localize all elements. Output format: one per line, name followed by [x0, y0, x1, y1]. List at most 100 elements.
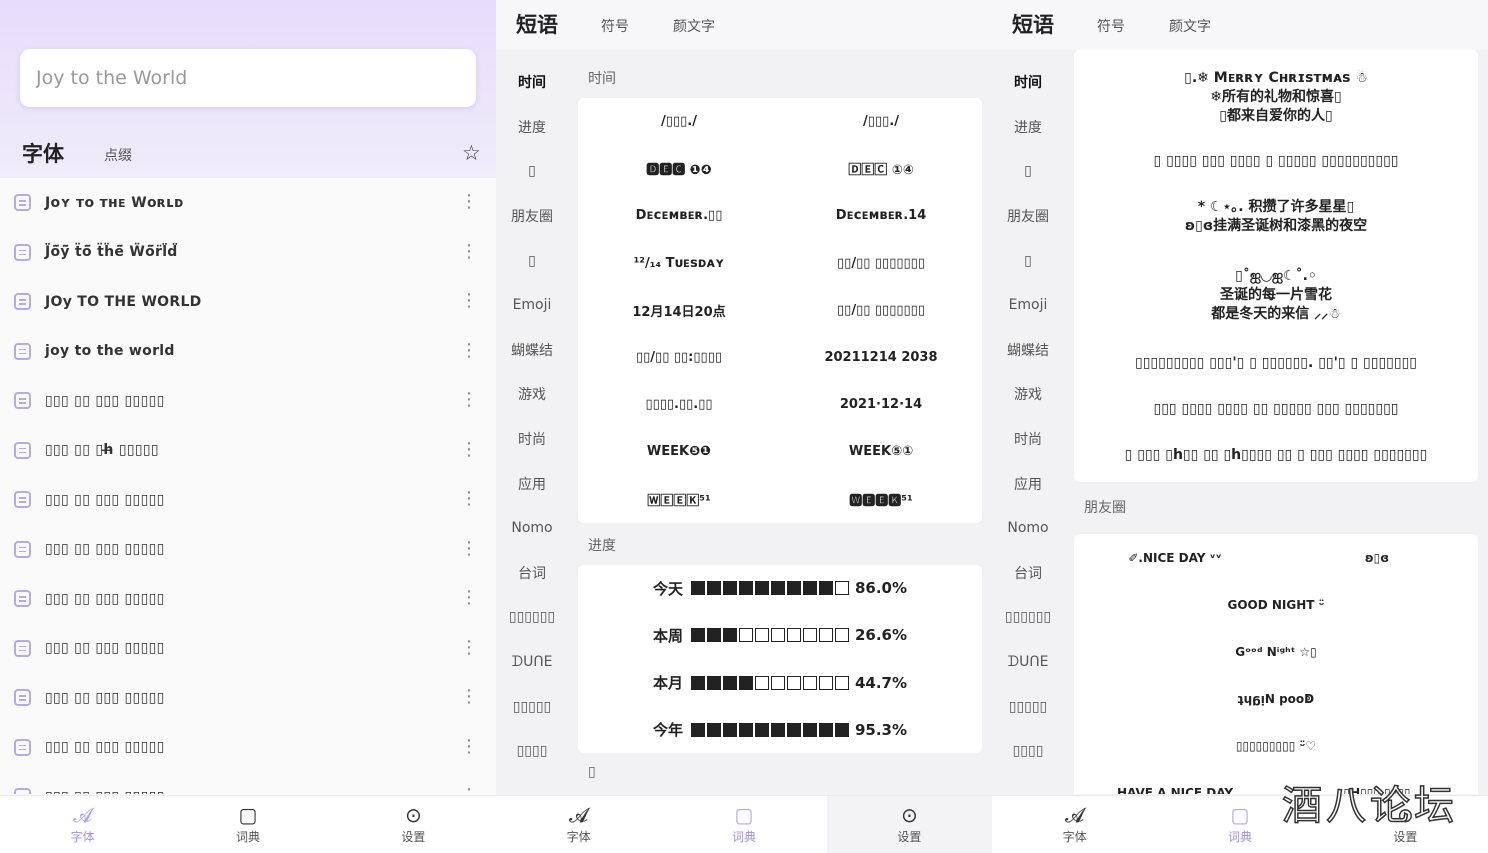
more-icon[interactable]: ⋮ — [460, 439, 478, 460]
tab-symbol[interactable]: 符号 — [601, 16, 629, 36]
nav-font[interactable]: 𝓐 字体 — [992, 796, 1157, 853]
font-row[interactable]: ▯▯▯ ▯▯ ▯▯▯ ▯▯▯▯▯ ⋮ — [0, 673, 496, 723]
progress-item[interactable]: 今天 86.0% — [578, 565, 982, 612]
font-row[interactable]: ▯▯▯ ▯▯ ▯▯▯ ▯▯▯▯▯ ⋮ — [0, 624, 496, 674]
time-item[interactable]: ▯▯/▯▯ ▯▯▯▯▯▯▯ — [780, 287, 982, 334]
tab-phrase[interactable]: 短语 — [516, 9, 558, 39]
moment-item[interactable]: HAVE A NICE DAY — [1074, 769, 1276, 795]
moment-item[interactable]: ʚ▯ɞ — [1276, 534, 1478, 581]
time-item[interactable]: Dᴇᴄᴇᴍʙᴇʀ.14 — [780, 192, 982, 239]
message-item[interactable]: ▯˚ஐ◡ஐ☾˚.◦ 圣诞的每一片雪花 都是冬天的来信 ⸝⸝☃ — [1074, 250, 1478, 340]
message-item[interactable]: ▯ ▯▯▯ ▯h▯▯ ▯▯ ▯h▯▯▯▯ ▯▯ ▯ ▯▯▯ ▯▯▯▯ ▯▯▯▯▯… — [1074, 432, 1478, 478]
font-row[interactable]: ▯▯▯ ▯▯ ▯▯▯ ▯▯▯▯▯ ⋮ — [0, 525, 496, 575]
font-row[interactable]: JOу TO THE WORLD ⋮ — [0, 277, 496, 327]
time-item[interactable]: Dᴇᴄᴇᴍʙᴇʀ.▯▯ — [578, 192, 780, 239]
sidebar-item[interactable]: 蝴蝶结 — [992, 328, 1064, 373]
time-item[interactable]: /▯▯▯./ — [578, 98, 780, 145]
sidebar-item[interactable]: 时间 — [496, 60, 568, 105]
star-icon[interactable]: ☆ — [462, 141, 481, 165]
sidebar-item[interactable]: Nomo — [992, 506, 1064, 551]
sidebar-item[interactable]: ▯▯▯▯▯▯ — [992, 595, 1064, 640]
sidebar-item[interactable]: 台词 — [992, 551, 1064, 596]
more-icon[interactable]: ⋮ — [460, 538, 478, 559]
nav-font[interactable]: 𝓐 字体 — [0, 796, 165, 853]
sidebar-item[interactable]: 游戏 — [496, 372, 568, 417]
more-icon[interactable]: ⋮ — [460, 786, 478, 795]
sidebar-item[interactable]: ▯▯▯▯▯ — [992, 684, 1064, 729]
sidebar-item[interactable]: ▯▯▯▯▯ — [496, 684, 568, 729]
sidebar-item[interactable]: 朋友圈 — [992, 194, 1064, 239]
font-row[interactable]: ▯▯▯ ▯▯ ▯▯▯ ▯▯▯▯▯ ⋮ — [0, 723, 496, 773]
tab-symbol[interactable]: 符号 — [1097, 16, 1125, 36]
moment-item[interactable]: Gᵒᵒᵈ Nⁱᵍʰᵗ ☆▯ — [1074, 628, 1478, 675]
sidebar-item[interactable]: ▯ — [992, 238, 1064, 283]
sidebar-item[interactable]: ▯▯▯▯ — [496, 729, 568, 774]
message-item[interactable]: ▯.❄ Mᴇʀʀʏ Cʜʀɪsᴛᴍᴀs ☃ ❄所有的礼物和惊喜▯ ▯都来自爱你的… — [1074, 56, 1478, 138]
more-icon[interactable]: ⋮ — [460, 340, 478, 361]
sidebar-item[interactable]: ▯▯▯▯ — [992, 729, 1064, 774]
sidebar-item[interactable]: 朋友圈 — [496, 194, 568, 239]
time-item[interactable]: 🅆🄴🄴🄺⁵¹ — [578, 476, 780, 523]
sidebar-item[interactable]: 台词 — [496, 551, 568, 596]
more-icon[interactable]: ⋮ — [460, 588, 478, 608]
moment-item[interactable]: GOOD NIGHT ᵕ̈ — [1074, 581, 1478, 628]
time-item[interactable]: 2021·12·14 — [780, 381, 982, 428]
sidebar-item[interactable]: Emoji — [992, 283, 1064, 328]
more-icon[interactable]: ⋮ — [460, 736, 478, 757]
moment-item[interactable]: ▯▯▯▯▯▯▯▯▯ ᵕ̈♡ — [1074, 722, 1478, 769]
nav-font[interactable]: 𝓐 字体 — [496, 796, 661, 853]
font-row[interactable]: ▯▯▯ ▯▯ ▯h̶ ▯▯▯▯▯ ⋮ — [0, 426, 496, 476]
nav-settings[interactable]: ⊙ 设置 — [826, 796, 992, 853]
sidebar-item[interactable]: ▯ — [496, 238, 568, 283]
more-icon[interactable]: ⋮ — [460, 687, 478, 707]
message-item[interactable]: ▯▯▯ ▯▯▯▯ ▯▯▯▯ ▯▯ ▯▯▯▯▯ ▯▯▯ ▯▯▯▯▯▯▯ — [1074, 386, 1478, 432]
sidebar-item[interactable]: ▯ — [496, 149, 568, 194]
more-icon[interactable]: ⋮ — [460, 192, 478, 212]
time-item[interactable]: WEEK❺❶ — [578, 428, 780, 475]
more-icon[interactable]: ⋮ — [460, 241, 478, 262]
more-icon[interactable]: ⋮ — [460, 637, 478, 658]
tab-font[interactable]: 字体 — [22, 138, 64, 168]
time-item[interactable]: ¹²/₁₄ Tᴜᴇsᴅᴀʏ — [578, 240, 780, 287]
font-row[interactable]: J̈ö̈ÿ̈ ẗö̈ ẗḧë̈ Ẅö̈r̈l̈d̈ ⋮ — [0, 228, 496, 278]
font-row[interactable]: ▯▯▯ ▯▯ ▯▯▯ ▯▯▯▯▯ ⋮ — [0, 475, 496, 525]
more-icon[interactable]: ⋮ — [460, 390, 478, 410]
sidebar-item[interactable]: ▯▯▯▯▯▯ — [496, 595, 568, 640]
progress-item[interactable]: 本周 26.6% — [578, 612, 982, 659]
sidebar-item[interactable]: 游戏 — [992, 372, 1064, 417]
nav-dict[interactable]: ▢ 词典 — [165, 796, 330, 853]
sidebar-item[interactable]: 应用 — [992, 461, 1064, 506]
sidebar-item[interactable]: 进度 — [496, 105, 568, 150]
sidebar-item[interactable]: 进度 — [992, 105, 1064, 150]
time-item[interactable]: 🆆🅴🅴🅺⁵¹ — [780, 476, 982, 523]
search-box[interactable] — [20, 49, 476, 107]
time-item[interactable]: ▯▯▯▯.▯▯.▯▯ — [578, 381, 780, 428]
moment-item[interactable]: ʇɥᵷᴉN pooↁ — [1074, 675, 1478, 722]
search-input[interactable] — [36, 67, 460, 89]
time-item[interactable]: 12月14日20点 — [578, 287, 780, 334]
time-item[interactable]: 🅳🅴🅲 ❶❹ — [578, 145, 780, 192]
more-icon[interactable]: ⋮ — [460, 291, 478, 311]
font-row[interactable]: ▯▯▯ ▯▯ ▯▯▯ ▯▯▯▯▯ ⋮ — [0, 376, 496, 426]
message-item[interactable]: ▯▯▯▯▯▯▯▯▯ ▯▯▯'▯ ▯ ▯▯▯▯▯▯. ▯▯'▯ ▯ ▯▯▯▯▯▯▯ — [1074, 340, 1478, 386]
tab-phrase[interactable]: 短语 — [1012, 9, 1054, 39]
sidebar-item[interactable]: 时尚 — [496, 417, 568, 462]
message-item[interactable]: * ☾⋆｡. 积攒了许多星星▯ ʚ▯ɞ挂满圣诞树和漆黑的夜空 — [1074, 184, 1478, 250]
font-row[interactable]: ▯▯▯ ▯▯ ▯▯▯ ▯▯▯▯▯ ⋮ — [0, 772, 496, 794]
sidebar-item[interactable]: ▯ — [992, 149, 1064, 194]
sidebar-item[interactable]: Emoji — [496, 283, 568, 328]
progress-item[interactable]: 今年 95.3% — [578, 706, 982, 753]
time-item[interactable]: WEEK⑤① — [780, 428, 982, 475]
sidebar-item[interactable]: 应用 — [496, 461, 568, 506]
sidebar-item[interactable]: ᗪᑌᑎE — [496, 640, 568, 685]
nav-dict[interactable]: ▢ 词典 — [661, 796, 826, 853]
time-item[interactable]: 🄳🄴🄲 ①④ — [780, 145, 982, 192]
progress-item[interactable]: 本月 44.7% — [578, 659, 982, 706]
tab-decoration[interactable]: 点缀 — [104, 145, 132, 168]
font-row[interactable]: ▯▯▯ ▯▯ ▯▯▯ ▯▯▯▯▯ ⋮ — [0, 574, 496, 624]
time-item[interactable]: ▯▯/▯▯ ▯▯▯▯▯▯▯ — [780, 240, 982, 287]
sidebar-item[interactable]: 时间 — [992, 60, 1064, 105]
sidebar-item[interactable]: Nomo — [496, 506, 568, 551]
time-item[interactable]: 20211214 2038 — [780, 334, 982, 381]
font-row[interactable]: joy to the world ⋮ — [0, 327, 496, 377]
